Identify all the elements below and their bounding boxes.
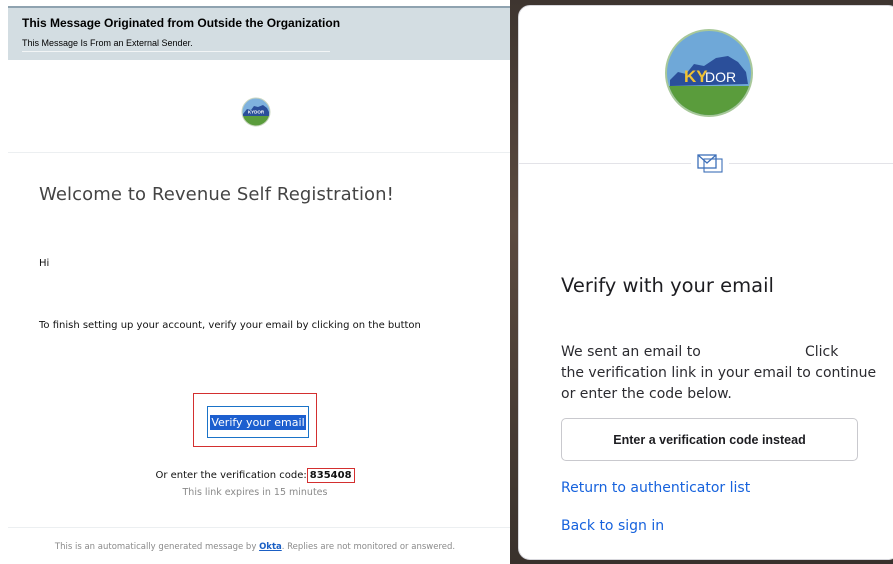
body-click: Click xyxy=(805,344,839,360)
instructions-text: To finish setting up your account, verif… xyxy=(39,320,421,331)
divider xyxy=(8,527,510,528)
kydor-logo-small: KYDOR xyxy=(241,97,271,127)
page-title: Verify with your email xyxy=(561,274,774,297)
verification-code: 835408 xyxy=(306,468,355,483)
body-line-3: or enter the code below. xyxy=(561,386,732,402)
external-sender-banner: This Message Originated from Outside the… xyxy=(8,8,510,60)
greeting-text: Hi xyxy=(39,258,50,269)
email-panel: This Message Originated from Outside the… xyxy=(0,0,510,564)
footer-suffix: . Replies are not monitored or answered. xyxy=(281,542,456,552)
envelope-icon xyxy=(691,149,729,177)
email-footer: This is an automatically generated messa… xyxy=(0,542,510,552)
enter-verification-code-button[interactable]: Enter a verification code instead xyxy=(561,418,858,461)
footer-prefix: This is an automatically generated messa… xyxy=(54,542,257,552)
banner-subtitle: This Message Is From an External Sender. xyxy=(22,38,330,52)
verify-email-button-label: Verify your email xyxy=(210,414,306,430)
expiry-note: This link expires in 15 minutes xyxy=(182,487,328,498)
okta-link[interactable]: Okta xyxy=(259,542,282,552)
kydor-logo-small-text: KYDOR xyxy=(248,110,265,115)
back-to-sign-in-link[interactable]: Back to sign in xyxy=(561,518,664,534)
return-to-authenticator-list-link[interactable]: Return to authenticator list xyxy=(561,480,750,496)
code-prefix: Or enter the verification code: xyxy=(155,470,307,481)
body-line-1: We sent an email to xyxy=(561,344,701,360)
kydor-logo: KY DOR xyxy=(664,28,754,118)
banner-title: This Message Originated from Outside the… xyxy=(22,16,341,30)
verify-email-button[interactable]: Verify your email xyxy=(207,406,309,438)
divider xyxy=(8,152,510,153)
verification-code-line: Or enter the verification code: 835408 xyxy=(0,468,510,483)
email-heading: Welcome to Revenue Self Registration! xyxy=(39,184,394,205)
body-line-2: the verification link in your email to c… xyxy=(561,365,877,381)
kydor-logo-dor: DOR xyxy=(705,69,736,85)
okta-verify-card: KY DOR Verify with your email We sent an… xyxy=(518,5,893,560)
